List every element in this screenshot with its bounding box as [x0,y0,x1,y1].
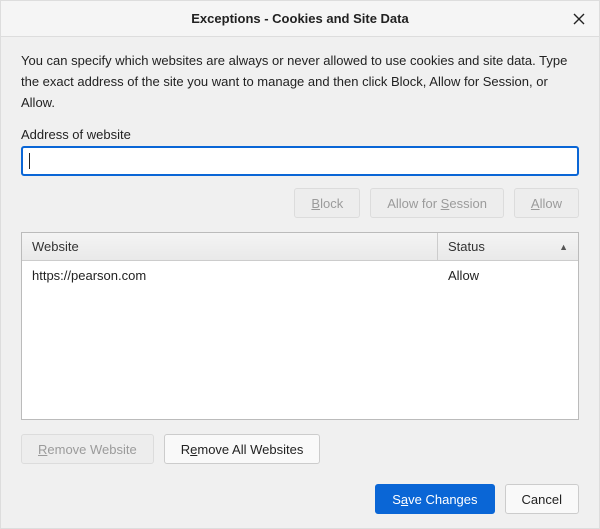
cell-status: Allow [438,268,578,283]
titlebar: Exceptions - Cookies and Site Data [1,1,599,37]
column-website[interactable]: Website [22,233,438,260]
permission-buttons-row: Block Allow for Session Allow [21,188,579,218]
allow-button[interactable]: Allow [514,188,579,218]
cancel-button[interactable]: Cancel [505,484,579,514]
remove-all-websites-button[interactable]: Remove All Websites [164,434,321,464]
table-header: Website Status▲ [22,233,578,261]
exceptions-table: Website Status▲ https://pearson.com Allo… [21,232,579,420]
text-cursor [29,153,30,169]
close-icon [573,13,585,25]
dialog-content: You can specify which websites are alway… [1,37,599,474]
dialog-footer: Save Changes Cancel [1,474,599,528]
remove-website-button[interactable]: Remove Website [21,434,154,464]
allow-for-session-button[interactable]: Allow for Session [370,188,504,218]
close-button[interactable] [565,5,593,33]
table-row[interactable]: https://pearson.com Allow [22,261,578,289]
description-text: You can specify which websites are alway… [21,51,579,113]
address-label: Address of website [21,127,579,142]
sort-ascending-icon: ▲ [559,242,568,252]
dialog-title: Exceptions - Cookies and Site Data [191,11,408,26]
cell-website: https://pearson.com [22,268,438,283]
remove-buttons-row: Remove Website Remove All Websites [21,434,579,464]
address-input[interactable] [21,146,579,176]
column-status[interactable]: Status▲ [438,233,578,260]
table-body[interactable]: https://pearson.com Allow [22,261,578,419]
block-button[interactable]: Block [294,188,360,218]
exceptions-dialog: Exceptions - Cookies and Site Data You c… [0,0,600,529]
save-changes-button[interactable]: Save Changes [375,484,494,514]
